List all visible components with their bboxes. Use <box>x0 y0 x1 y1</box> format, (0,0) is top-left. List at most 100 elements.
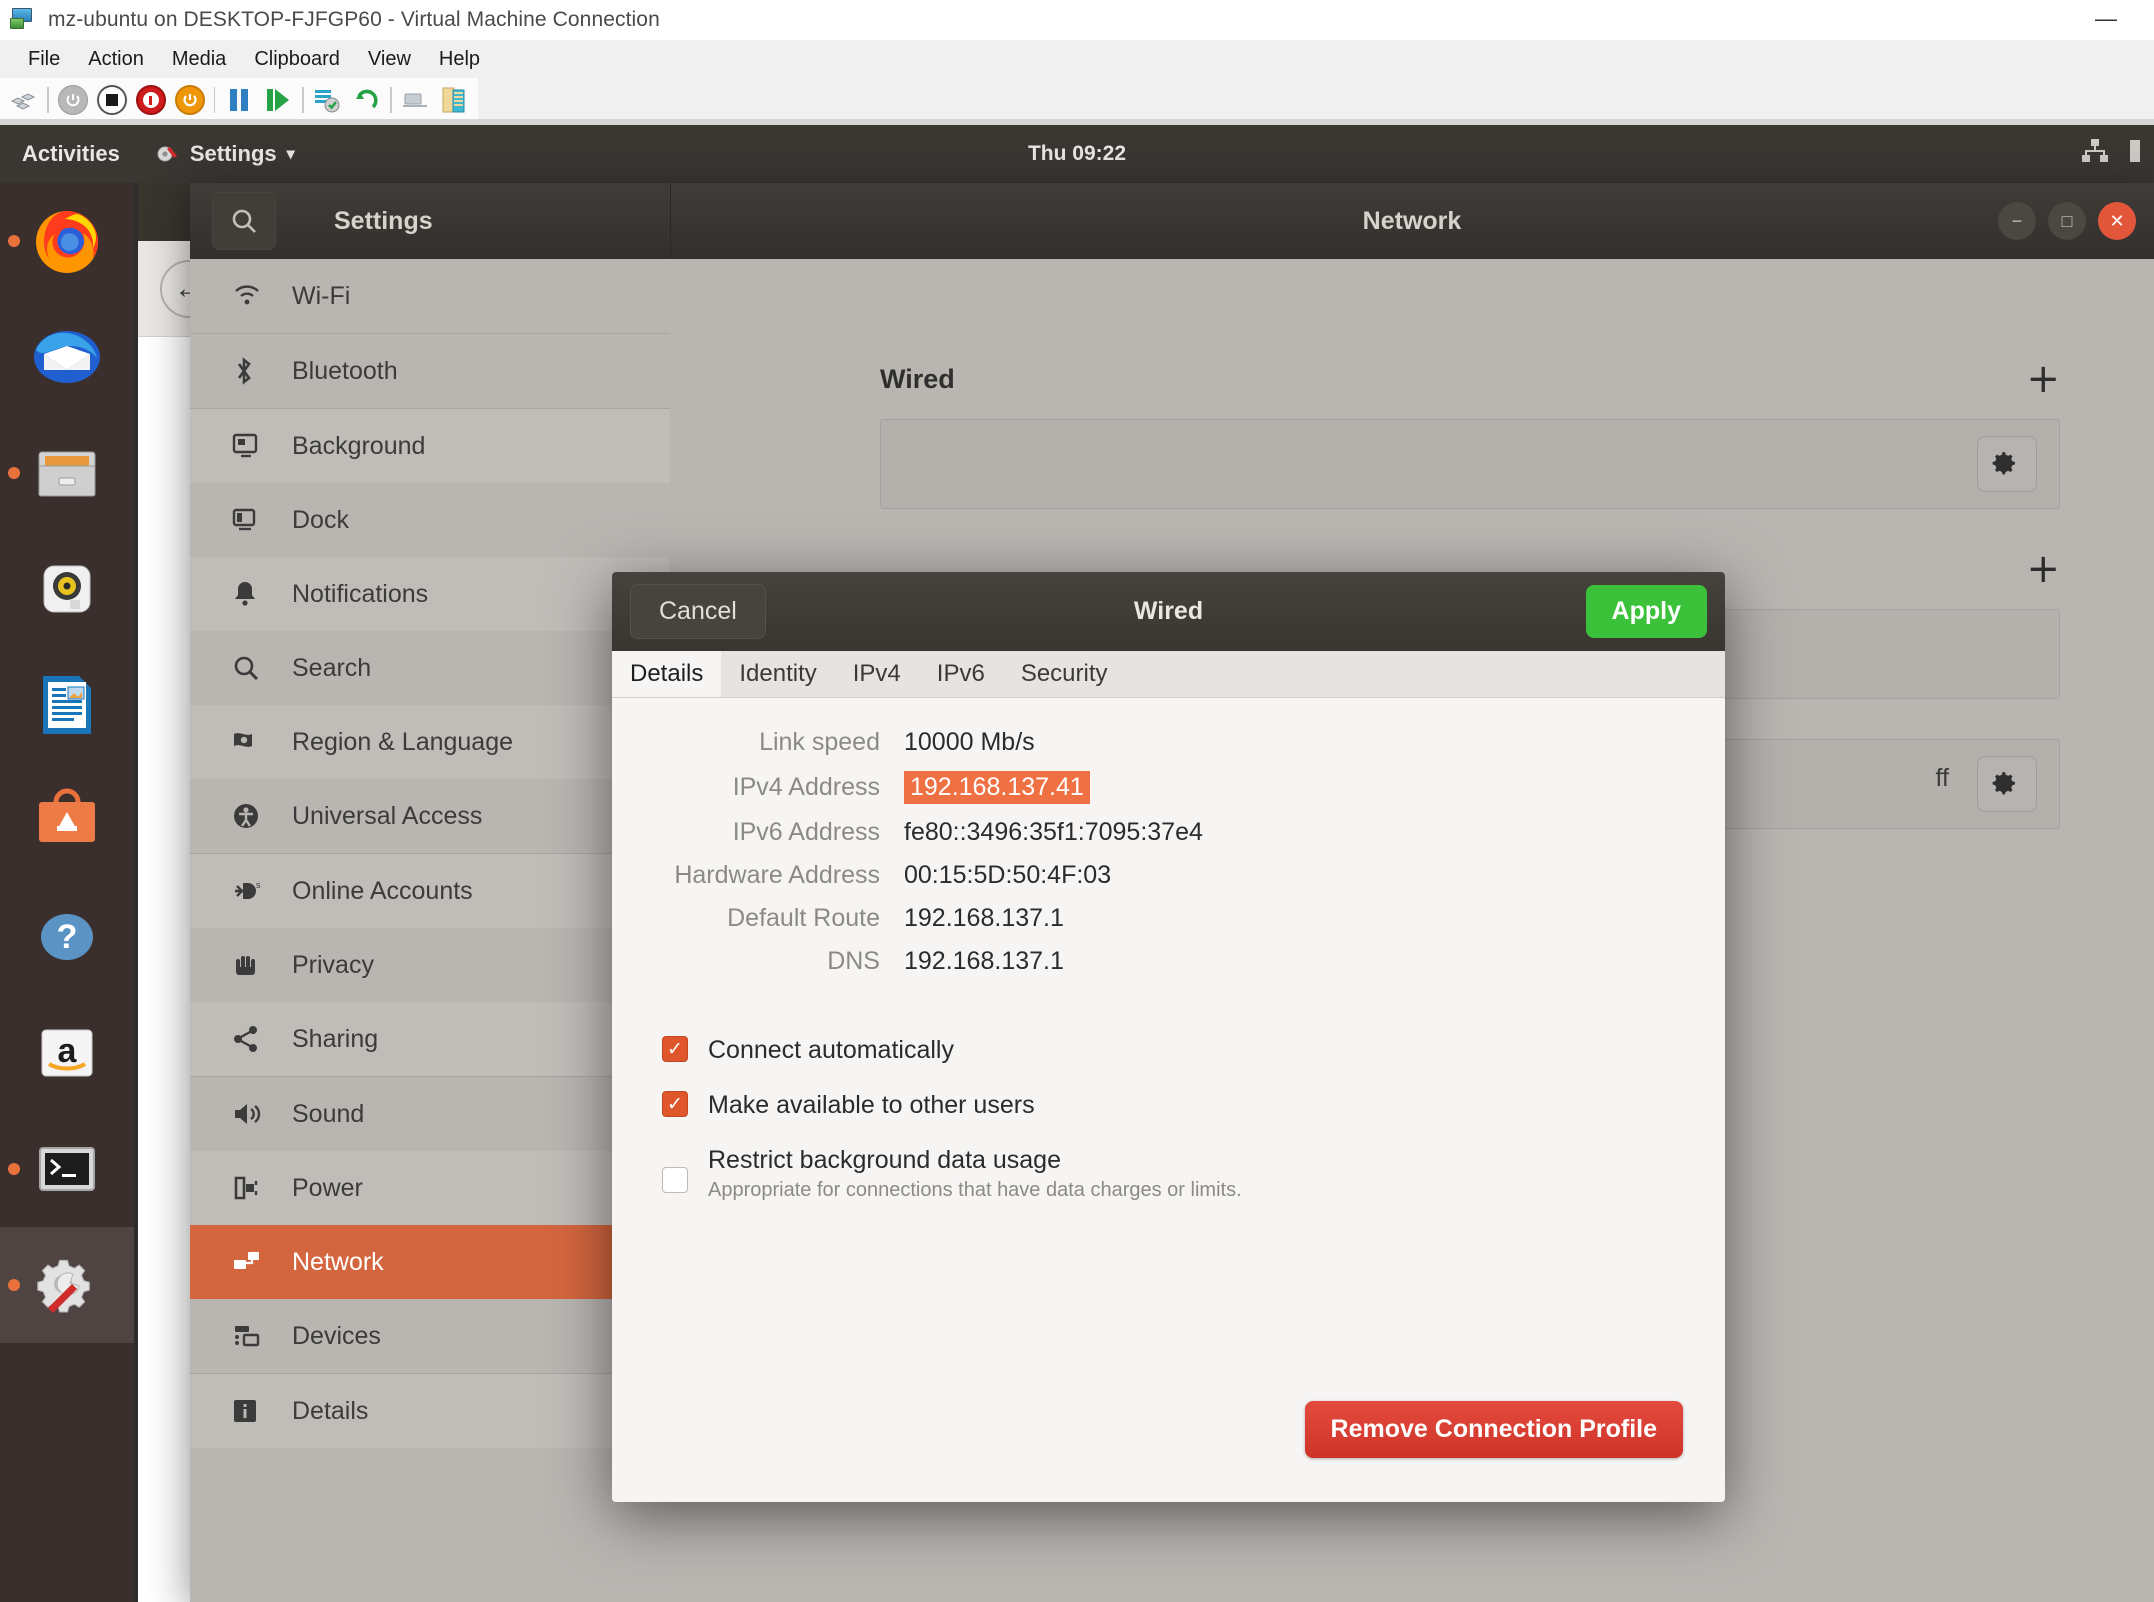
menu-media[interactable]: Media <box>158 45 240 74</box>
menu-view[interactable]: View <box>354 45 425 74</box>
gear-icon[interactable] <box>1977 756 2037 812</box>
minimize-icon[interactable]: − <box>1998 202 2036 240</box>
sidebar-item-sharing[interactable]: Sharing <box>190 1002 670 1076</box>
detail-row: IPv6 Address fe80::3496:35f1:7095:37e4 <box>612 818 1725 847</box>
gear-icon[interactable] <box>1977 436 2037 492</box>
dock-item-libreoffice-writer[interactable] <box>0 647 134 763</box>
sidebar-item-notifications[interactable]: Notifications <box>190 557 670 631</box>
cancel-button[interactable]: Cancel <box>630 584 766 639</box>
sidebar-item-label: Universal Access <box>292 802 482 831</box>
pause-icon[interactable] <box>219 80 258 120</box>
detail-row: Default Route 192.168.137.1 <box>612 904 1725 933</box>
running-indicator <box>8 235 20 247</box>
shut-down-icon[interactable] <box>131 80 170 120</box>
dialog-tabs: Details Identity IPv4 IPv6 Security <box>612 651 1725 698</box>
menu-help[interactable]: Help <box>425 45 494 74</box>
sidebar-item-power[interactable]: Power <box>190 1151 670 1225</box>
wifi-icon <box>232 283 272 309</box>
menu-clipboard[interactable]: Clipboard <box>240 45 354 74</box>
menu-action[interactable]: Action <box>74 45 158 74</box>
dock-item-settings[interactable] <box>0 1227 134 1343</box>
detail-value-ipv4[interactable]: 192.168.137.41 <box>904 771 1090 804</box>
dock-item-firefox[interactable] <box>0 183 134 299</box>
dock-item-amazon[interactable]: a <box>0 995 134 1111</box>
dock-item-ubuntu-software[interactable] <box>0 763 134 879</box>
sidebar-item-online-accounts[interactable]: s Online Accounts <box>190 854 670 928</box>
sidebar-item-label: Background <box>292 432 425 461</box>
sidebar-item-region-language[interactable]: Region & Language <box>190 705 670 779</box>
dock-item-thunderbird[interactable] <box>0 299 134 415</box>
dock-item-files[interactable] <box>0 415 134 531</box>
checkbox-checked-icon[interactable]: ✓ <box>662 1091 688 1117</box>
hand-icon <box>232 951 272 979</box>
search-icon[interactable] <box>212 192 276 250</box>
minimize-button[interactable]: — <box>2082 4 2130 34</box>
settings-titlebar: Settings Network − □ ✕ <box>190 183 2154 259</box>
gnome-desktop: IBM Career Analytics - Mozilla Firefox ←… <box>0 125 2154 1602</box>
turn-off-icon[interactable] <box>92 80 131 120</box>
checkpoint-icon[interactable] <box>308 80 347 120</box>
wired-connection-row[interactable] <box>880 419 2060 509</box>
dock-item-rhythmbox[interactable] <box>0 531 134 647</box>
sidebar-item-label: Dock <box>292 506 349 535</box>
close-icon[interactable]: ✕ <box>2098 202 2136 240</box>
sidebar-item-devices[interactable]: Devices › <box>190 1299 670 1373</box>
resume-icon[interactable] <box>259 80 298 120</box>
sidebar-item-bluetooth[interactable]: Bluetooth <box>190 334 670 408</box>
remove-connection-profile-button[interactable]: Remove Connection Profile <box>1305 1401 1683 1458</box>
status-area[interactable] <box>2080 137 2142 171</box>
apply-button[interactable]: Apply <box>1586 585 1707 638</box>
wired-section-header: Wired + <box>880 359 2060 399</box>
sidebar-item-search[interactable]: Search <box>190 631 670 705</box>
dock-item-help[interactable]: ? <box>0 879 134 995</box>
detail-label: DNS <box>612 947 904 976</box>
sidebar-item-label: Region & Language <box>292 728 513 757</box>
checkbox-checked-icon[interactable]: ✓ <box>662 1036 688 1062</box>
detail-row: Hardware Address 00:15:5D:50:4F:03 <box>612 861 1725 890</box>
sidebar-item-dock[interactable]: Dock <box>190 483 670 557</box>
move-icon[interactable] <box>396 80 435 120</box>
sidebar-item-wifi[interactable]: Wi-Fi <box>190 259 670 333</box>
vm-list-icon[interactable] <box>4 80 43 120</box>
running-indicator <box>8 1163 20 1175</box>
save-icon[interactable] <box>170 80 209 120</box>
menu-file[interactable]: File <box>14 45 74 74</box>
vm-titlebar: mz-ubuntu on DESKTOP-FJFGP60 - Virtual M… <box>0 0 2154 40</box>
clock[interactable]: Thu 09:22 <box>0 142 2154 166</box>
replication-icon[interactable] <box>435 80 474 120</box>
detail-label: IPv4 Address <box>612 773 904 802</box>
system-menu-icon <box>2128 138 2142 170</box>
info-icon <box>232 1398 272 1424</box>
checkbox-unchecked-icon[interactable] <box>662 1167 688 1193</box>
sidebar-item-details[interactable]: Details › <box>190 1374 670 1448</box>
sidebar-item-background[interactable]: Background <box>190 409 670 483</box>
option-make-available-to-other-users[interactable]: ✓ Make available to other users <box>662 1091 1725 1120</box>
tab-ipv6[interactable]: IPv6 <box>919 650 1003 697</box>
start-icon[interactable] <box>53 80 92 120</box>
dock-item-terminal[interactable] <box>0 1111 134 1227</box>
add-wired-button[interactable]: + <box>2026 359 2060 399</box>
sidebar-item-privacy[interactable]: Privacy <box>190 928 670 1002</box>
amazon-icon: a <box>30 1016 104 1090</box>
sidebar-item-sound[interactable]: Sound <box>190 1077 670 1151</box>
tab-identity[interactable]: Identity <box>721 650 834 697</box>
sidebar-item-network[interactable]: Network <box>190 1225 670 1299</box>
add-vpn-button[interactable]: + <box>2026 549 2060 589</box>
detail-label: IPv6 Address <box>612 818 904 847</box>
option-restrict-background-data-usage[interactable]: Restrict background data usage Appropria… <box>662 1146 1725 1202</box>
detail-row: IPv4 Address 192.168.137.41 <box>612 771 1725 804</box>
tab-security[interactable]: Security <box>1003 650 1126 697</box>
option-connect-automatically[interactable]: ✓ Connect automatically <box>662 1036 1725 1065</box>
sidebar-item-universal-access[interactable]: Universal Access <box>190 779 670 853</box>
revert-icon[interactable] <box>347 80 386 120</box>
vm-connection-chrome: mz-ubuntu on DESKTOP-FJFGP60 - Virtual M… <box>0 0 2154 125</box>
maximize-icon[interactable]: □ <box>2048 202 2086 240</box>
settings-title: Settings <box>334 207 433 236</box>
network-wired-icon <box>2080 137 2110 171</box>
tab-ipv4[interactable]: IPv4 <box>835 650 919 697</box>
details-list: Link speed 10000 Mb/s IPv4 Address 192.1… <box>612 698 1725 976</box>
libreoffice-writer-icon <box>30 668 104 742</box>
sidebar-item-label: Search <box>292 654 371 683</box>
window-controls: − □ ✕ <box>1998 202 2136 240</box>
tab-details[interactable]: Details <box>612 650 721 697</box>
